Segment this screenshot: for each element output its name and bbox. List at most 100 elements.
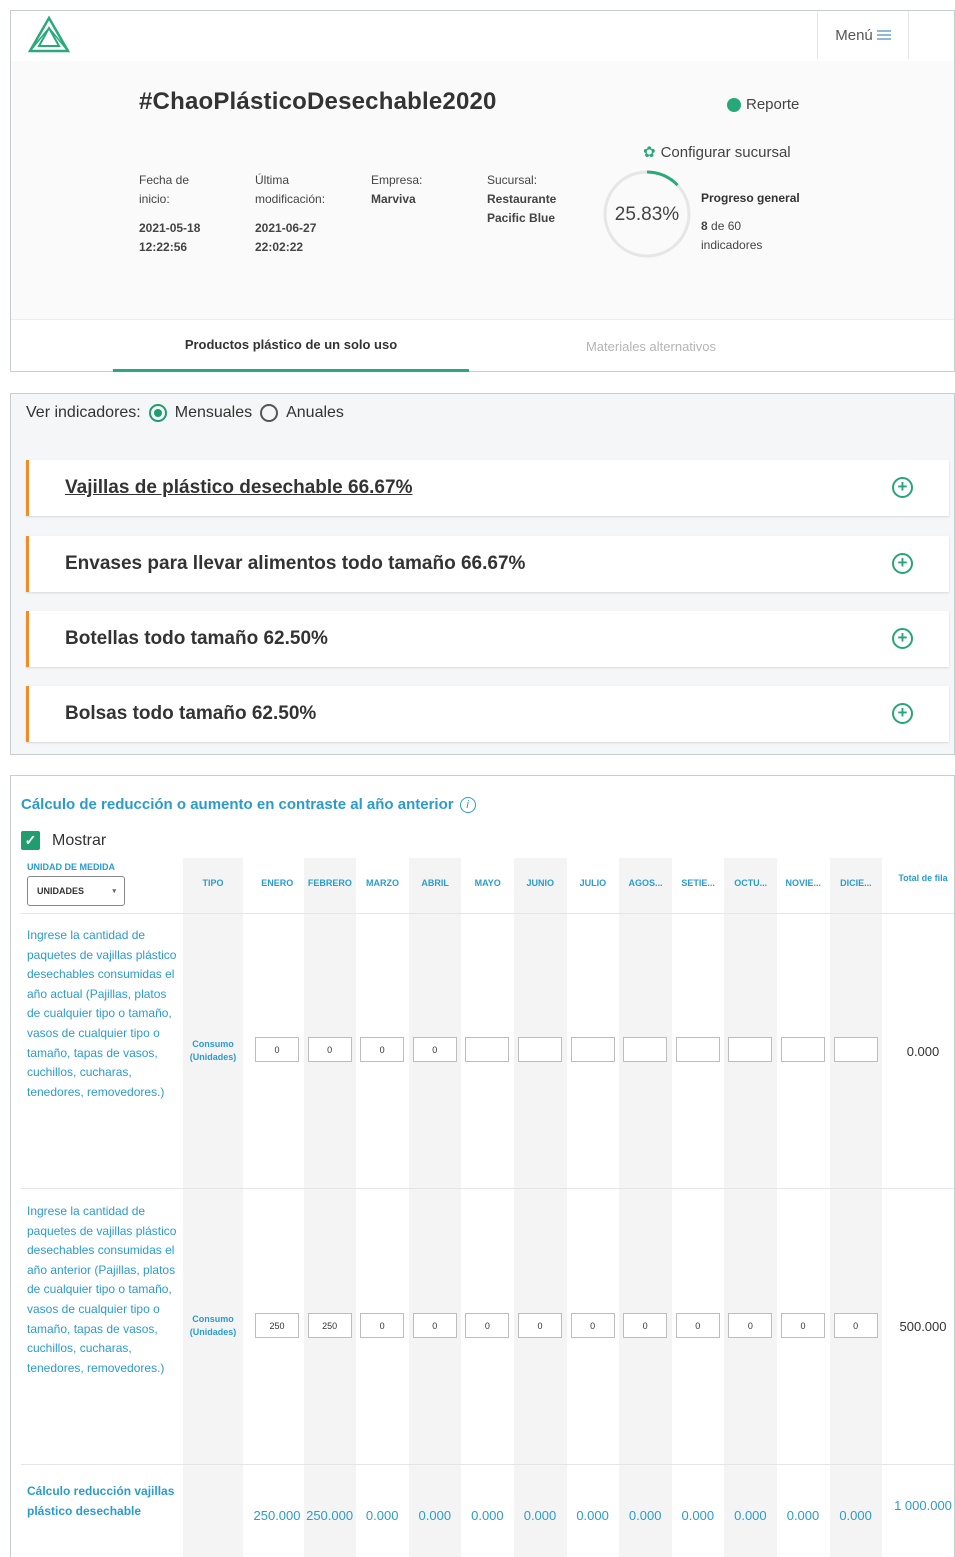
radio-yearly[interactable] — [260, 404, 279, 422]
show-toggle[interactable]: ✓ Mostrar — [21, 831, 106, 850]
gear-icon: ✿ — [643, 144, 656, 161]
calculation-title: Cálculo de reducción o aumento en contra… — [21, 796, 476, 813]
month-value-input[interactable]: 0 — [781, 1313, 825, 1338]
month-value-input[interactable]: 0 — [465, 1313, 510, 1338]
month-value-input[interactable]: 0 — [833, 1313, 878, 1338]
row-total: 500.000 — [899, 1319, 947, 1334]
project-header-panel: Menú #ChaoPlásticoDesechable2020 Reporte… — [10, 10, 955, 372]
configure-branch-link[interactable]: ✿ Configurar sucursal — [643, 143, 791, 162]
result-value: 0.000 — [734, 1508, 767, 1523]
row-type: Consumo (Unidades) — [189, 1314, 237, 1337]
month-value-input[interactable]: 0 — [360, 1037, 405, 1062]
month-value-input[interactable] — [781, 1037, 825, 1062]
project-summary: #ChaoPlásticoDesechable2020 Reporte ✿ Co… — [11, 61, 954, 319]
company-value: Marviva — [371, 192, 416, 206]
month-value-input[interactable] — [623, 1037, 668, 1062]
month-value-input[interactable]: 0 — [728, 1313, 773, 1338]
row-total: 0.000 — [906, 1044, 940, 1059]
month-value-input[interactable]: 0 — [360, 1313, 405, 1338]
column-header-month: JULIO — [579, 878, 607, 888]
result-value: 0.000 — [786, 1508, 820, 1523]
tab-alternative-materials[interactable]: Materiales alternativos — [471, 320, 831, 372]
modified-date-block: Última modificación: 2021-06-27 22:02:22 — [255, 171, 337, 257]
result-value: 250.000 — [306, 1508, 354, 1523]
month-value-input[interactable]: 0 — [623, 1313, 668, 1338]
start-date-block: Fecha de inicio: 2021-05-18 12:22:56 — [139, 171, 221, 257]
column-header-month: DICIE... — [840, 878, 872, 888]
indicator-view-label: Ver indicadores: — [26, 404, 141, 421]
result-value: 0.000 — [839, 1508, 872, 1523]
column-header-month: FEBRERO — [307, 878, 352, 888]
month-value-input[interactable] — [570, 1037, 615, 1062]
page-title: #ChaoPlásticoDesechable2020 — [139, 88, 497, 115]
indicator-label: Bolsas todo tamaño 62.50% — [65, 703, 317, 724]
start-time-value: 12:22:56 — [139, 240, 188, 254]
month-value-input[interactable] — [675, 1037, 720, 1062]
month-value-input[interactable]: 0 — [307, 1037, 352, 1062]
month-value-input[interactable] — [518, 1037, 562, 1062]
tab-bar: Productos plástico de un solo uso Materi… — [11, 319, 954, 372]
column-header-month: SETIE... — [681, 878, 715, 888]
indicator-view-selector: Ver indicadores: Mensuales Anuales — [26, 404, 344, 422]
month-value-input[interactable]: 250 — [307, 1313, 352, 1338]
company-block: Empresa: Marviva — [371, 171, 453, 209]
radio-monthly[interactable] — [148, 404, 167, 422]
expand-plus-icon[interactable]: + — [892, 477, 913, 498]
month-value-input[interactable] — [728, 1037, 773, 1062]
result-total: 1 000.000 — [894, 1498, 952, 1513]
column-header-month: MAYO — [474, 878, 501, 888]
company-label: Empresa: — [371, 173, 423, 187]
month-value-input[interactable]: 0 — [255, 1037, 299, 1062]
consumption-table: UNIDAD DE MEDIDA UNIDADES ▾ TIPO ENERO FE… — [21, 858, 954, 1557]
column-header-month: JUNIO — [526, 878, 555, 888]
indicator-card[interactable]: Vajillas de plástico desechable 66.67% + — [26, 460, 949, 516]
menu-button[interactable]: Menú — [817, 11, 909, 59]
branch-value: Restaurante Pacific Blue — [487, 192, 557, 225]
result-label: Cálculo reducción vajillas plástico dese… — [27, 1484, 175, 1518]
month-value-input[interactable] — [833, 1037, 878, 1062]
report-label: Reporte — [746, 96, 800, 113]
month-value-input[interactable]: 0 — [412, 1037, 457, 1062]
modified-time-value: 22:02:22 — [255, 240, 304, 254]
expand-plus-icon[interactable]: + — [892, 553, 913, 574]
progress-count: 8 de 60 indicadores — [701, 219, 763, 252]
indicator-card[interactable]: Bolsas todo tamaño 62.50% + — [26, 686, 949, 742]
indicator-label: Envases para llevar alimentos todo tamañ… — [65, 553, 526, 574]
indicator-card[interactable]: Envases para llevar alimentos todo tamañ… — [26, 536, 949, 592]
expand-plus-icon[interactable]: + — [892, 703, 913, 724]
column-header-month: AGOS... — [628, 878, 663, 888]
report-link[interactable]: Reporte — [727, 96, 799, 113]
indicator-card[interactable]: Botellas todo tamaño 62.50% + — [26, 611, 949, 667]
month-value-input[interactable]: 250 — [255, 1313, 299, 1338]
top-navbar: Menú — [11, 11, 954, 61]
report-icon — [727, 97, 741, 112]
info-icon[interactable]: i — [459, 796, 476, 813]
month-value-input[interactable] — [465, 1037, 510, 1062]
column-header-total: Total de fila — [898, 873, 948, 883]
show-label: Mostrar — [52, 831, 107, 849]
month-value-input[interactable]: 0 — [570, 1313, 615, 1338]
progress-value: 25.83% — [614, 204, 680, 225]
result-value: 0.000 — [418, 1508, 452, 1523]
result-value: 250.000 — [253, 1508, 301, 1523]
column-header-tipo: TIPO — [202, 878, 224, 888]
unit-select[interactable]: UNIDADES ▾ — [27, 876, 125, 906]
column-header-month: MARZO — [365, 878, 399, 888]
result-value: 0.000 — [523, 1508, 557, 1523]
month-value-input[interactable]: 0 — [675, 1313, 720, 1338]
column-header-month: ENERO — [261, 878, 294, 888]
month-value-input[interactable]: 0 — [412, 1313, 457, 1338]
indicator-label[interactable]: Vajillas de plástico desechable 66.67% — [65, 477, 412, 499]
logo-icon[interactable] — [27, 15, 71, 55]
calculation-panel: Cálculo de reducción o aumento en contra… — [10, 775, 955, 1557]
show-checkbox[interactable]: ✓ — [21, 831, 40, 850]
result-value: 0.000 — [681, 1508, 715, 1523]
expand-plus-icon[interactable]: + — [892, 628, 913, 649]
month-value-input[interactable]: 0 — [518, 1313, 562, 1338]
start-date-value: 2021-05-18 — [139, 221, 201, 235]
radio-monthly-label: Mensuales — [174, 404, 253, 421]
tab-single-use-plastics[interactable]: Productos plástico de un solo uso — [113, 320, 469, 372]
menu-label: Menú — [835, 26, 873, 44]
radio-yearly-label: Anuales — [286, 404, 344, 421]
result-value: 0.000 — [576, 1508, 609, 1523]
